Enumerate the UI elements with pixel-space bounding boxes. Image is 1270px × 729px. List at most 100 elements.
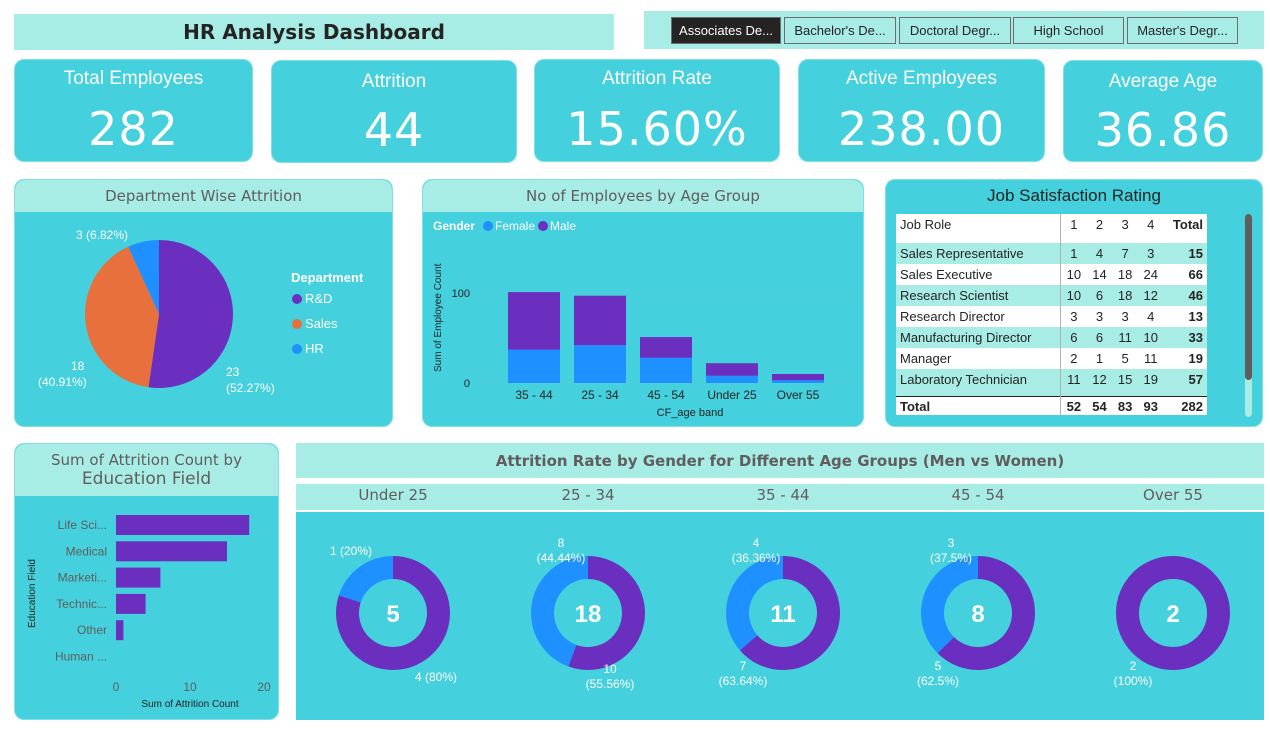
bar-female-4[interactable]: [772, 380, 824, 383]
matrix-row[interactable]: Manager 2 1 5 11 19: [896, 348, 1207, 369]
slicer-option-masters[interactable]: Master's Degr...: [1127, 17, 1238, 44]
y-tick-label: Marketi...: [58, 571, 107, 585]
bar-male-4[interactable]: [772, 374, 824, 381]
legend-label-sales: Sales: [305, 316, 338, 331]
matrix-cell: 12: [1092, 372, 1107, 387]
matrix-header-cell: 2: [1095, 217, 1104, 232]
legend-label-male: Male: [550, 219, 576, 233]
matrix-row[interactable]: Research Director 3 3 3 4 13: [896, 306, 1207, 327]
matrix-scrollbar-track[interactable]: [1245, 214, 1252, 417]
matrix-total-row: Total 52 54 83 93 282: [896, 396, 1207, 415]
matrix-row[interactable]: Laboratory Technician 11 12 15 19 57: [896, 369, 1207, 390]
kpi-value: 36.86: [1094, 103, 1232, 157]
matrix-cell: 10: [1143, 330, 1158, 345]
bar-male-1[interactable]: [574, 295, 626, 346]
matrix-cell: 13: [1188, 309, 1203, 324]
matrix-cell: 3: [1095, 309, 1104, 324]
donut-total: 11: [770, 601, 795, 628]
edu-bar-2[interactable]: [116, 567, 161, 588]
matrix-scrollbar-thumb[interactable]: [1245, 214, 1252, 380]
edu-bar-3[interactable]: [116, 593, 146, 614]
legend-swatch-hr: [292, 344, 302, 354]
legend-title: Gender: [433, 219, 475, 233]
slicer-option-bachelors[interactable]: Bachelor's De...: [784, 17, 896, 44]
matrix-row-label: Research Director: [896, 306, 1061, 327]
y-tick-label: 100: [452, 288, 470, 300]
matrix-row[interactable]: Sales Representative 1 4 7 3 15: [896, 243, 1207, 264]
kpi-card-active-employees: Active Employees 238.00: [798, 59, 1045, 162]
y-axis-label: Sum of Employee Count: [433, 263, 444, 372]
age-head-45-54: 45 - 54: [951, 486, 1005, 504]
bar-female-0[interactable]: [508, 349, 560, 383]
kpi-label: Attrition Rate: [602, 68, 712, 89]
gender-donut-charts: 51 (20%)4 (80%)188(44.44%)10(55.56%)114(…: [330, 536, 1230, 691]
matrix-row[interactable]: Sales Executive 10 14 18 24 66: [896, 264, 1207, 285]
bar-female-3[interactable]: [706, 375, 758, 383]
matrix-row-label: Manufacturing Director: [896, 327, 1061, 348]
matrix-total-label: Total: [896, 396, 1061, 415]
kpi-value: 282: [88, 102, 179, 156]
slicer-option-associates[interactable]: Associates De...: [671, 17, 781, 44]
matrix-cell: 6: [1095, 330, 1104, 345]
age-group-bar-chart: Gender Female Male Sum of Employee Count…: [433, 219, 855, 419]
matrix-cell: 24: [1143, 267, 1158, 282]
matrix-cell: 1: [1095, 351, 1104, 366]
department-attrition-title: Department Wise Attrition: [15, 180, 392, 212]
matrix-header-row: Job Role 1 2 3 4 Total: [896, 214, 1207, 243]
matrix-cell: 18: [1117, 267, 1133, 282]
slicer-option-doctoral[interactable]: Doctoral Degr...: [899, 17, 1011, 44]
slicer-option-high-school[interactable]: High School: [1013, 17, 1124, 44]
legend-label-hr: HR: [305, 341, 324, 356]
matrix-header-cell: 4: [1147, 217, 1155, 232]
donut-male-label: 7: [740, 659, 747, 673]
matrix-cell: 57: [1188, 372, 1203, 387]
pie-slice-rd[interactable]: [148, 240, 233, 388]
donut-female-3[interactable]: [921, 556, 978, 654]
edu-bar-1[interactable]: [116, 541, 227, 562]
education-title-line1: Sum of Attrition Count by: [51, 451, 242, 469]
matrix-row[interactable]: Research Scientist 10 6 18 12 46: [896, 285, 1207, 306]
donut-female-0[interactable]: [338, 556, 393, 603]
age-group-title: No of Employees by Age Group: [423, 180, 863, 212]
matrix-header-cell[interactable]: Job Role: [896, 214, 1061, 243]
y-tick-label: Human ...: [55, 650, 107, 664]
matrix-cell: 14: [1092, 267, 1107, 282]
matrix-row[interactable]: Manufacturing Director 6 6 11 10 33: [896, 327, 1207, 348]
edu-bar-4[interactable]: [116, 620, 124, 641]
matrix-total-cell: 52: [1066, 398, 1082, 414]
y-tick-label: 0: [464, 378, 470, 390]
job-satisfaction-title: Job Satisfaction Rating: [987, 186, 1161, 205]
bar-female-2[interactable]: [640, 357, 692, 383]
matrix-cell: 15: [1188, 246, 1203, 261]
matrix-header-cell: Total: [1172, 217, 1203, 232]
age-head-35-44: 35 - 44: [756, 486, 810, 504]
matrix-cell: 11: [1067, 372, 1081, 387]
legend-label-female: Female: [495, 219, 535, 233]
donut-male-label: 10: [603, 662, 617, 676]
kpi-card-attrition: Attrition 44: [271, 60, 517, 163]
matrix-cell: 4: [1095, 246, 1104, 261]
bar-male-2[interactable]: [640, 337, 692, 358]
pie-label-rd-value: 23: [226, 365, 240, 379]
education-bar-chart: Education Field Life Sci... Medical Market…: [27, 515, 271, 710]
kpi-value: 15.60%: [566, 102, 748, 156]
matrix-row-label: Manager: [896, 348, 1061, 369]
education-attrition-title: Sum of Attrition Count by Education Fiel…: [15, 444, 278, 496]
y-tick-label: Life Sci...: [58, 518, 107, 532]
donut-male-label: (100%): [1114, 674, 1153, 688]
legend-swatch-sales: [292, 319, 302, 329]
bar-female-1[interactable]: [574, 345, 626, 383]
x-tick-label: 25 - 34: [581, 388, 619, 402]
bar-male-0[interactable]: [508, 292, 560, 350]
donut-total: 5: [386, 601, 399, 628]
x-tick-label: Over 55: [777, 388, 820, 402]
donut-female-label: 1 (20%): [330, 544, 372, 558]
edu-bar-0[interactable]: [116, 515, 250, 535]
kpi-label: Active Employees: [845, 68, 997, 89]
bar-male-3[interactable]: [706, 363, 758, 376]
x-tick-label: 35 - 44: [515, 388, 553, 402]
gender-attrition-title: Attrition Rate by Gender for Different A…: [296, 443, 1264, 478]
matrix-cell: 10: [1066, 288, 1082, 303]
y-tick-label: Other: [77, 623, 107, 637]
donut-female-label: 4: [753, 536, 760, 550]
